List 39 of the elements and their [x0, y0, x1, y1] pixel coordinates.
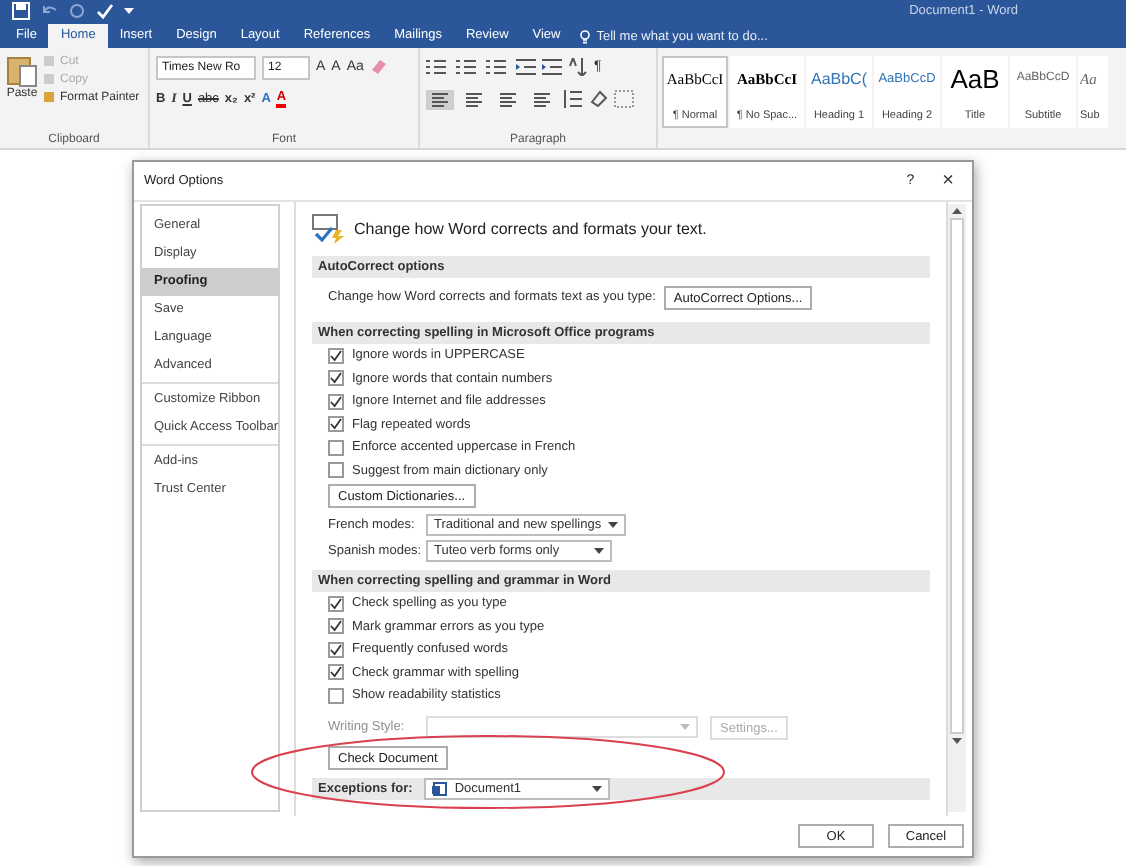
- checkbox[interactable]: [328, 641, 344, 658]
- save-icon[interactable]: [12, 2, 30, 20]
- list-icon[interactable]: [486, 58, 510, 76]
- lightbulb-icon: [580, 29, 591, 43]
- list-icon[interactable]: [456, 58, 480, 76]
- checkbox[interactable]: [328, 370, 344, 387]
- dropdown-arrow-icon: [607, 522, 618, 528]
- checkbox[interactable]: [328, 393, 344, 410]
- dropdown-arrow-icon: [594, 548, 604, 554]
- checkbox[interactable]: [328, 664, 344, 681]
- scrollbar[interactable]: [948, 204, 966, 812]
- align-icon[interactable]: [494, 89, 522, 109]
- close-button[interactable]: ×: [942, 170, 954, 192]
- shading-icon[interactable]: [588, 90, 608, 108]
- checkbox[interactable]: [328, 618, 344, 635]
- align-icon[interactable]: [460, 89, 488, 109]
- scroll-up-icon[interactable]: [952, 208, 962, 214]
- document-icon: [432, 781, 449, 795]
- spelling-check-icon: [312, 213, 346, 243]
- scroll-down-icon[interactable]: [952, 738, 962, 744]
- checkbox[interactable]: [328, 439, 344, 456]
- sort-icon[interactable]: [568, 58, 588, 76]
- dropdown-icon[interactable]: [124, 6, 134, 16]
- checkbox[interactable]: [328, 347, 344, 364]
- align-icon[interactable]: [426, 89, 454, 109]
- line-spacing-icon[interactable]: [562, 90, 582, 108]
- indent-icon[interactable]: [542, 58, 562, 76]
- indent-icon[interactable]: [516, 58, 536, 76]
- clipboard-icon: [6, 54, 38, 88]
- checkbox[interactable]: [328, 462, 344, 479]
- checkbox[interactable]: [328, 687, 344, 704]
- dropdown-arrow-icon: [680, 724, 690, 730]
- align-icon[interactable]: [528, 89, 556, 109]
- list-icon[interactable]: [426, 58, 450, 76]
- check-icon[interactable]: [96, 2, 114, 20]
- checkbox[interactable]: [328, 595, 344, 612]
- checkbox[interactable]: [328, 416, 344, 433]
- dropdown-arrow-icon: [592, 785, 603, 791]
- page-heading: Change how Word corrects and formats your text.: [354, 219, 707, 237]
